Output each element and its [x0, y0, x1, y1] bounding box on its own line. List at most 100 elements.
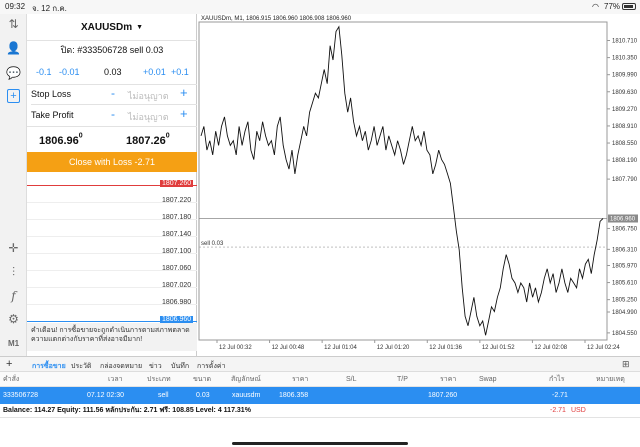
cell-type: sell: [158, 392, 169, 399]
indicators-icon[interactable]: f: [4, 288, 23, 304]
x-tick-label: 12 Jul 00:48: [272, 345, 305, 351]
chart-svg: XAUUSDm, M1, 1806.915 1806.960 1806.908 …: [198, 16, 638, 351]
tab-history[interactable]: ประวัติ: [71, 361, 91, 372]
cell-order: 333506728: [3, 392, 39, 399]
price-series-line: [200, 25, 604, 336]
stop-loss-plus[interactable]: +: [180, 85, 188, 100]
col-symbol: สัญลักษณ์: [231, 375, 261, 383]
y-tick-label: 1808.550: [612, 141, 638, 147]
x-tick-label: 12 Jul 01:36: [429, 345, 462, 351]
cell-current-price: 1807.260: [428, 392, 458, 399]
balance-currency: USD: [571, 407, 586, 414]
bid-price: 1806.960: [39, 132, 83, 147]
price-chart[interactable]: XAUUSDm, M1, 1806.915 1806.960 1806.908 …: [197, 14, 640, 356]
x-tick-label: 12 Jul 02:08: [534, 345, 567, 351]
col-price: ราคา: [292, 375, 309, 383]
cell-symbol: xauusdm: [232, 392, 261, 399]
x-tick-label: 12 Jul 00:32: [219, 345, 252, 351]
home-indicator: [232, 442, 408, 445]
balance-row: Balance: 114.27 Equity: 111.56 หลักประกั…: [0, 404, 640, 418]
plot-frame: [198, 21, 608, 341]
y-tick-label: 1809.270: [612, 107, 638, 113]
tab-settings[interactable]: การตั้งค่า: [197, 361, 226, 372]
crosshair-icon[interactable]: ✛: [4, 240, 23, 256]
y-tick-label: 1805.610: [612, 281, 638, 287]
new-order-icon[interactable]: +: [7, 89, 20, 103]
col-profit: กำไร: [549, 375, 565, 383]
layout-icon[interactable]: ⊞: [622, 359, 630, 370]
objects-icon[interactable]: ⚙: [4, 311, 23, 327]
tab-news[interactable]: ข่าว: [149, 361, 162, 372]
col-type: ประเภท: [147, 375, 171, 383]
chart-title: XAUUSDm, M1, 1806.915 1806.960 1806.908 …: [201, 16, 352, 22]
y-tick-label: 1810.350: [612, 56, 638, 62]
depth-price: 1807.260: [160, 180, 194, 187]
sell-level-label: sell 0.03: [201, 241, 224, 247]
y-tick-label: 1810.710: [612, 39, 638, 45]
x-tick-label: 12 Jul 01:52: [482, 345, 515, 351]
depth-price: 1807.140: [162, 231, 192, 238]
accounts-icon[interactable]: 👤: [4, 40, 23, 56]
y-tick-label: 1806.750: [612, 226, 638, 232]
left-toolbar: ⇅ 👤 💬 + ✛ ⫶ f ⚙ M1: [0, 14, 27, 356]
col-time: เวลา: [108, 375, 123, 383]
take-profit-label: Take Profit: [31, 110, 74, 120]
depth-price: 1807.220: [162, 197, 192, 204]
timeframe-icon[interactable]: M1: [4, 335, 23, 351]
stop-loss-row: Stop Loss - ไม่อนุญาต +: [27, 84, 197, 104]
bottom-tabs: + การซื้อขาย ประวัติ กล่องจดหมาย ข่าว บั…: [0, 356, 640, 372]
empty-area: [0, 418, 640, 447]
volume-stepper[interactable]: -0.1 -0.01 0.03 +0.01 +0.1: [27, 62, 197, 82]
status-time: 09:32: [5, 2, 26, 11]
y-tick-label: 1808.910: [612, 124, 638, 130]
price-row: 1806.960 1807.260: [27, 127, 197, 151]
close-with-loss-button[interactable]: Close with Loss -2.71: [27, 152, 197, 172]
order-panel: XAUUSDm ▼ ปิด: #333506728 sell 0.03 -0.1…: [27, 14, 197, 356]
wifi-icon: ◠: [592, 2, 599, 11]
quotes-icon[interactable]: ⇅: [4, 16, 23, 32]
y-tick-label: 1806.310: [612, 247, 638, 253]
battery-percent: 77%: [604, 2, 621, 11]
tab-journal[interactable]: บันทึก: [171, 361, 189, 372]
y-tick-label: 1807.790: [612, 177, 638, 183]
tab-trade[interactable]: การซื้อขาย: [32, 361, 66, 372]
col-volume: ขนาด: [193, 375, 212, 383]
take-profit-minus[interactable]: -: [111, 107, 115, 121]
table-row[interactable]: 333506728 07.12 02:30 sell 0.03 xauusdm …: [0, 387, 640, 404]
depth-ladder: 1807.260 1807.220 1807.180 1807.140 1807.100…: [27, 180, 197, 323]
x-tick-label: 12 Jul 02:24: [587, 345, 620, 351]
volume-minus-big[interactable]: -0.1: [36, 67, 52, 77]
depth-price: 1807.180: [162, 214, 192, 221]
status-bar: 09:32 จ. 12 ก.ค. ◠ 77%: [0, 0, 640, 14]
y-tick-label: 1808.190: [612, 158, 638, 164]
stop-loss-minus[interactable]: -: [111, 86, 115, 100]
chevron-down-icon: ▼: [136, 23, 144, 31]
depth-price: 1807.100: [162, 248, 192, 255]
take-profit-input[interactable]: ไม่อนุญาต: [128, 110, 169, 124]
depth-price: 1806.980: [162, 299, 192, 306]
volume-value[interactable]: 0.03: [104, 67, 122, 77]
col-comment: หมายเหตุ: [596, 375, 625, 383]
cell-time: 07.12 02:30: [87, 392, 124, 399]
col-current-price: ราคา: [440, 375, 457, 383]
chat-icon[interactable]: 💬: [4, 65, 23, 81]
x-tick-label: 12 Jul 01:04: [324, 345, 357, 351]
warning-text: คำเตือน! การซื้อขายจะถูกดำเนินการตามสภาพ…: [27, 323, 197, 351]
y-tick-label: 1809.630: [612, 90, 638, 96]
y-tick-label: 1805.250: [612, 298, 638, 304]
volume-plus-big[interactable]: +0.1: [171, 67, 189, 77]
ask-price: 1807.260: [126, 132, 170, 147]
col-tp: T/P: [397, 375, 408, 383]
take-profit-plus[interactable]: +: [180, 106, 188, 121]
volume-plus-small[interactable]: +0.01: [143, 67, 166, 77]
chart-type-icon[interactable]: ⫶: [4, 264, 23, 280]
tab-mailbox[interactable]: กล่องจดหมาย: [100, 361, 142, 372]
y-tick-label: 1805.970: [612, 263, 638, 269]
add-icon[interactable]: +: [6, 358, 12, 370]
y-tick-label: 1804.990: [612, 310, 638, 316]
close-position-title: ปิด: #333506728 sell 0.03: [60, 45, 164, 55]
stop-loss-input[interactable]: ไม่อนุญาต: [128, 89, 169, 103]
positions-header: คำสั่ง เวลา ประเภท ขนาด สัญลักษณ์ ราคา S…: [0, 372, 640, 387]
symbol-selector[interactable]: XAUUSDm ▼: [27, 14, 197, 40]
volume-minus-small[interactable]: -0.01: [59, 67, 80, 77]
